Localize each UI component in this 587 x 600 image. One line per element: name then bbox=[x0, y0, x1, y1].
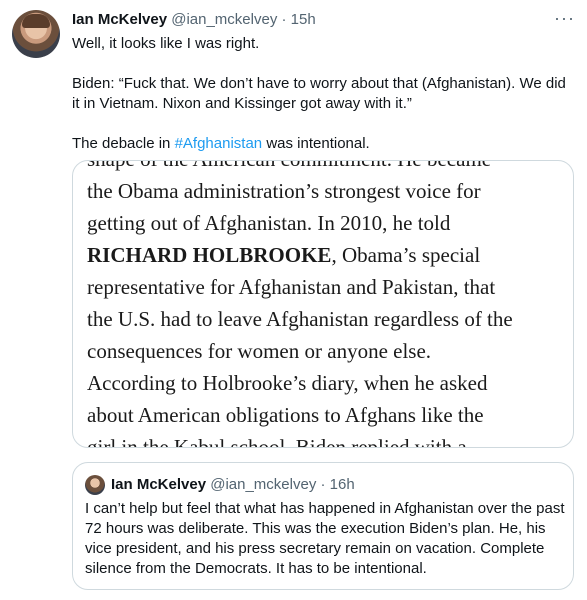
excerpt-line: about American obligations to Afghans li… bbox=[87, 403, 484, 427]
tweet-line-2: Biden: “Fuck that. We don’t have to worr… bbox=[72, 75, 566, 112]
tweet-timestamp[interactable]: 15h bbox=[291, 11, 316, 28]
excerpt-line: the Obama administration’s strongest voi… bbox=[87, 179, 481, 203]
quoted-header-separator: · bbox=[320, 476, 326, 493]
tweet-line-3-prefix: The debacle in bbox=[72, 135, 175, 152]
quoted-author-avatar bbox=[85, 475, 105, 495]
tweet-text: Well, it looks like I was right. Biden: … bbox=[72, 34, 572, 154]
avatar-hair bbox=[22, 14, 50, 28]
quoted-tweet-timestamp: 16h bbox=[329, 476, 355, 493]
tweet-line-3-suffix: was intentional. bbox=[262, 135, 370, 152]
excerpt-line-rest: , Obama’s special bbox=[331, 243, 481, 267]
excerpt-line: getting out of Afghanistan. In 2010, he … bbox=[87, 211, 451, 235]
quoted-author-handle: @ian_mckelvey bbox=[210, 476, 317, 493]
excerpt-bold-name: RICHARD HOLBROOKE bbox=[87, 243, 332, 267]
excerpt-line: consequences for women or anyone else. bbox=[87, 339, 432, 363]
tweet-line-1: Well, it looks like I was right. bbox=[72, 35, 260, 52]
hashtag-link[interactable]: #Afghanistan bbox=[175, 135, 263, 152]
quoted-author-name: Ian McKelvey bbox=[111, 476, 207, 493]
excerpt-line: representative for Afghanistan and Pakis… bbox=[87, 275, 496, 299]
excerpt-line: According to Holbrooke’s diary, when he … bbox=[87, 371, 488, 395]
attached-image[interactable]: shape of the American commitment. He bec… bbox=[72, 160, 574, 448]
book-excerpt-image: shape of the American commitment. He bec… bbox=[87, 161, 567, 448]
quoted-tweet-text: I can’t help but feel that what has happ… bbox=[85, 500, 565, 577]
author-name[interactable]: Ian McKelvey bbox=[72, 11, 167, 28]
excerpt-cut-bottom: girl in the Kabul school, Biden replied … bbox=[87, 435, 467, 448]
author-handle[interactable]: @ian_mckelvey bbox=[171, 11, 277, 28]
excerpt-cut-top: shape of the American commitment. He bec… bbox=[87, 161, 567, 175]
more-options-icon[interactable]: ··· bbox=[554, 8, 575, 28]
tweet-header: Ian McKelvey @ian_mckelvey · 15h bbox=[72, 10, 316, 30]
quoted-tweet[interactable]: Ian McKelvey @ian_mckelvey · 16h I can’t… bbox=[72, 462, 574, 590]
quoted-tweet-header: Ian McKelvey @ian_mckelvey · 16h bbox=[111, 475, 355, 495]
excerpt-line: the U.S. had to leave Afghanistan regard… bbox=[87, 307, 513, 331]
header-separator: · bbox=[281, 11, 287, 28]
excerpt-line: RICHARD HOLBROOKE, Obama’s special bbox=[87, 239, 567, 271]
tweet-line-3: The debacle in #Afghanistan was intentio… bbox=[72, 134, 572, 154]
author-avatar[interactable] bbox=[12, 10, 60, 58]
